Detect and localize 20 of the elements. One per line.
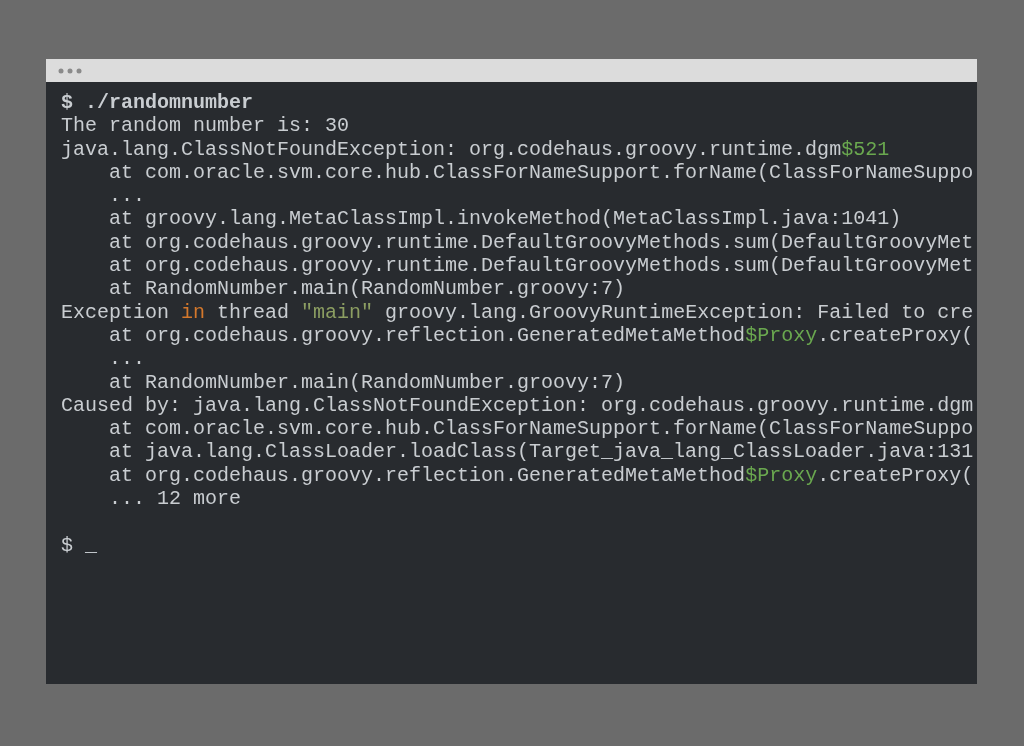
terminal-line: at com.oracle.svm.core.hub.ClassForNameSupport.forName(ClassForNameSuppo bbox=[108, 160, 974, 185]
terminal-line: ... bbox=[108, 347, 145, 371]
terminal-line: at org.codehaus.groovy.reflection.GeneratedMetaMethod$Proxy.createProxy( bbox=[108, 323, 974, 348]
terminal-line: java.lang.ClassNotFoundException: org.codehaus.groovy.runtime.dgm$521 bbox=[61, 137, 890, 161]
terminal-line: at java.lang.ClassLoader.loadClass(Target_java_lang_ClassLoader.java:131 bbox=[108, 440, 974, 464]
three-dots-icon bbox=[58, 67, 82, 74]
terminal-line: at com.oracle.svm.core.hub.ClassForNameSupport.forName(ClassForNameSuppo bbox=[108, 417, 974, 441]
terminal-line: ... bbox=[108, 184, 145, 208]
terminal-line: at org.codehaus.groovy.runtime.DefaultGroovyMethods.sum(DefaultGroovyMet bbox=[108, 230, 974, 255]
terminal-line: at org.codehaus.groovy.reflection.GeneratedMetaMethod$Proxy.createProxy( bbox=[108, 463, 974, 488]
terminal-line: at groovy.lang.MetaClassImpl.invokeMethod(MetaClassImpl.java:1041) bbox=[108, 207, 902, 231]
terminal-line: $ ./randomnumber bbox=[61, 91, 254, 115]
terminal-line: Exception in thread "main" groovy.lang.GroovyRuntimeException: Failed to cre bbox=[61, 300, 974, 324]
terminal-line: at RandomNumber.main(RandomNumber.groovy:7) bbox=[108, 370, 626, 394]
terminal-line: The random number is: 30 bbox=[61, 114, 350, 138]
terminal-line: Caused by: java.lang.ClassNotFoundException: org.codehaus.groovy.runtime.dgm bbox=[61, 393, 974, 418]
terminal-line: $ _ bbox=[61, 533, 97, 557]
terminal-line: ... 12 more bbox=[108, 487, 242, 511]
terminal-line: at org.codehaus.groovy.runtime.DefaultGroovyMethods.sum(DefaultGroovyMet bbox=[108, 254, 974, 278]
terminal-line: at RandomNumber.main(RandomNumber.groovy:7) bbox=[108, 277, 626, 301]
